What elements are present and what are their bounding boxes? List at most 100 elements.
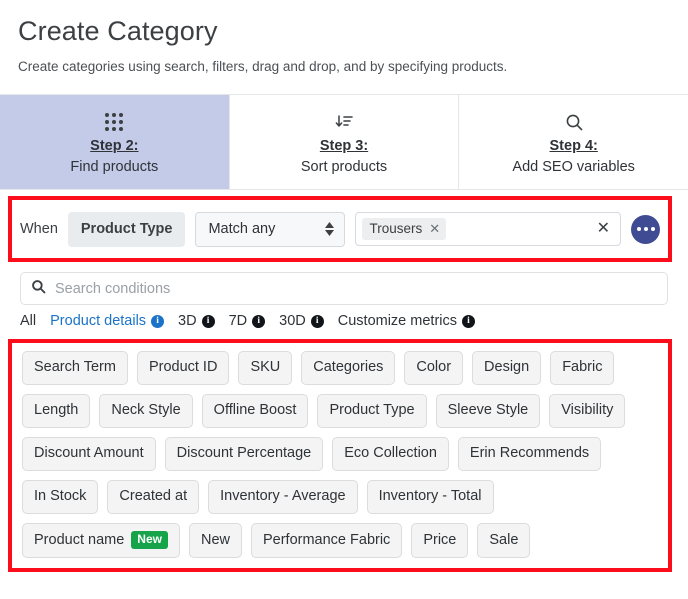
chip-label: Erin Recommends bbox=[469, 445, 590, 461]
chip-performance-fabric[interactable]: Performance Fabric bbox=[250, 523, 403, 558]
condition-chips-highlight: Search Term Product ID SKU Categories Co… bbox=[8, 339, 672, 572]
chip-design[interactable]: Design bbox=[472, 351, 542, 385]
step-4-description: Add SEO variables bbox=[512, 159, 635, 175]
match-mode-value: Match any bbox=[208, 220, 276, 237]
step-3-description: Sort products bbox=[300, 159, 388, 175]
condition-row: When Product Type Match any Trousers ✕ ✕ bbox=[20, 211, 660, 247]
chip-label: Product name bbox=[34, 531, 125, 548]
chip-sku[interactable]: SKU bbox=[238, 351, 293, 385]
search-placeholder: Search conditions bbox=[55, 280, 171, 297]
chip-inventory-total[interactable]: Inventory - Total bbox=[366, 480, 494, 514]
search-conditions-section: Search conditions bbox=[0, 262, 688, 305]
metric-tab-7d[interactable]: 7D i bbox=[229, 313, 266, 329]
new-badge: New bbox=[131, 531, 168, 549]
chip-label: Sale bbox=[489, 531, 519, 548]
chip-product-type[interactable]: Product Type bbox=[317, 394, 427, 428]
chip-sleeve-style[interactable]: Sleeve Style bbox=[435, 394, 541, 428]
chip-categories[interactable]: Categories bbox=[301, 351, 396, 385]
tab-step-4-add-seo-variables[interactable]: Step 4: Add SEO variables bbox=[459, 95, 688, 189]
chip-discount-amount[interactable]: Discount Amount bbox=[22, 437, 156, 471]
chip-label: Fabric bbox=[562, 359, 603, 375]
token-label: Trousers bbox=[369, 221, 423, 236]
chip-row: Product name New New Performance Fabric … bbox=[22, 523, 658, 558]
search-conditions-input[interactable]: Search conditions bbox=[20, 272, 668, 305]
info-icon[interactable]: i bbox=[462, 314, 475, 328]
chip-row: In Stock Created at Inventory - Average … bbox=[22, 480, 658, 514]
sort-descending-icon bbox=[334, 109, 354, 135]
chip-new[interactable]: New bbox=[188, 523, 242, 558]
chip-label: Color bbox=[416, 359, 452, 375]
chip-offline-boost[interactable]: Offline Boost bbox=[201, 394, 309, 428]
chip-label: Design bbox=[484, 359, 530, 375]
metric-tab-customize-metrics[interactable]: Customize metrics i bbox=[338, 313, 475, 329]
chip-label: Inventory - Total bbox=[378, 488, 482, 504]
chip-eco-collection[interactable]: Eco Collection bbox=[332, 437, 449, 471]
info-icon[interactable]: i bbox=[310, 314, 324, 328]
step-4-label: Step 4: bbox=[549, 138, 598, 154]
chip-label: Inventory - Average bbox=[220, 488, 346, 504]
metric-tab-label: 30D bbox=[279, 313, 306, 329]
chip-label: Performance Fabric bbox=[262, 531, 391, 548]
chip-price[interactable]: Price bbox=[411, 523, 469, 558]
chip-label: New bbox=[200, 531, 230, 548]
chip-row: Search Term Product ID SKU Categories Co… bbox=[22, 351, 658, 385]
chip-search-term[interactable]: Search Term bbox=[22, 351, 128, 385]
chip-label: Product Type bbox=[329, 402, 415, 418]
chip-length[interactable]: Length bbox=[22, 394, 91, 428]
metric-tab-label: 7D bbox=[228, 313, 248, 329]
chip-product-name[interactable]: Product name New bbox=[22, 523, 180, 558]
chip-label: Visibility bbox=[561, 402, 614, 418]
more-options-button[interactable] bbox=[631, 214, 660, 244]
match-mode-select[interactable]: Match any bbox=[195, 211, 346, 247]
search-icon bbox=[564, 109, 584, 135]
chip-product-id[interactable]: Product ID bbox=[136, 351, 230, 385]
condition-field-product-type[interactable]: Product Type bbox=[67, 211, 186, 247]
chip-sale[interactable]: Sale bbox=[477, 523, 531, 558]
chip-label: Created at bbox=[119, 488, 188, 504]
chip-label: Discount Amount bbox=[34, 445, 144, 461]
chip-in-stock[interactable]: In Stock bbox=[22, 480, 99, 514]
chip-label: Length bbox=[34, 402, 79, 418]
chip-label: SKU bbox=[250, 359, 281, 375]
chip-neck-style[interactable]: Neck Style bbox=[99, 394, 193, 428]
info-icon[interactable]: i bbox=[151, 314, 165, 328]
metric-tab-all[interactable]: All bbox=[20, 313, 36, 329]
metric-tab-label: 3D bbox=[178, 313, 197, 329]
chip-erin-recommends[interactable]: Erin Recommends bbox=[457, 437, 602, 471]
chip-label: Eco Collection bbox=[344, 445, 437, 461]
info-icon[interactable]: i bbox=[201, 314, 215, 328]
metric-tab-label: All bbox=[20, 313, 37, 329]
metric-tab-30d[interactable]: 30D i bbox=[279, 313, 324, 329]
chip-fabric[interactable]: Fabric bbox=[550, 351, 615, 385]
chip-inventory-average[interactable]: Inventory - Average bbox=[208, 480, 358, 514]
clear-values-icon[interactable]: ✕ bbox=[595, 221, 612, 237]
chip-label: Search Term bbox=[34, 359, 116, 375]
page-subtitle: Create categories using search, filters,… bbox=[18, 59, 508, 74]
condition-values-input[interactable]: Trousers ✕ ✕ bbox=[355, 212, 621, 246]
chip-label: Offline Boost bbox=[213, 402, 297, 418]
step-3-label: Step 3: bbox=[319, 138, 369, 154]
grid-dots-icon bbox=[105, 109, 124, 135]
chip-visibility[interactable]: Visibility bbox=[549, 394, 626, 428]
chip-label: Discount Percentage bbox=[176, 445, 312, 461]
step-2-description: Find products bbox=[70, 159, 159, 175]
chip-label: Neck Style bbox=[111, 402, 181, 418]
chip-row: Discount Amount Discount Percentage Eco … bbox=[22, 437, 658, 471]
chip-label: In Stock bbox=[34, 488, 87, 504]
tab-step-3-sort-products[interactable]: Step 3: Sort products bbox=[229, 95, 460, 189]
step-2-label: Step 2: bbox=[90, 138, 139, 154]
metric-tab-label: Customize metrics bbox=[337, 313, 457, 329]
chip-label: Sleeve Style bbox=[447, 402, 529, 418]
chip-label: Price bbox=[423, 531, 457, 548]
chip-color[interactable]: Color bbox=[404, 351, 464, 385]
chip-created-at[interactable]: Created at bbox=[107, 480, 200, 514]
tab-step-2-find-products[interactable]: Step 2: Find products bbox=[0, 95, 230, 189]
chip-label: Categories bbox=[313, 359, 384, 375]
token-remove-icon[interactable]: ✕ bbox=[429, 222, 440, 235]
metric-tab-product-details[interactable]: Product details i bbox=[50, 313, 165, 329]
chip-label: Product ID bbox=[148, 359, 218, 375]
info-icon[interactable]: i bbox=[252, 314, 266, 328]
token-trousers[interactable]: Trousers ✕ bbox=[362, 218, 447, 240]
chip-discount-percentage[interactable]: Discount Percentage bbox=[164, 437, 324, 471]
metric-tab-3d[interactable]: 3D i bbox=[178, 313, 215, 329]
